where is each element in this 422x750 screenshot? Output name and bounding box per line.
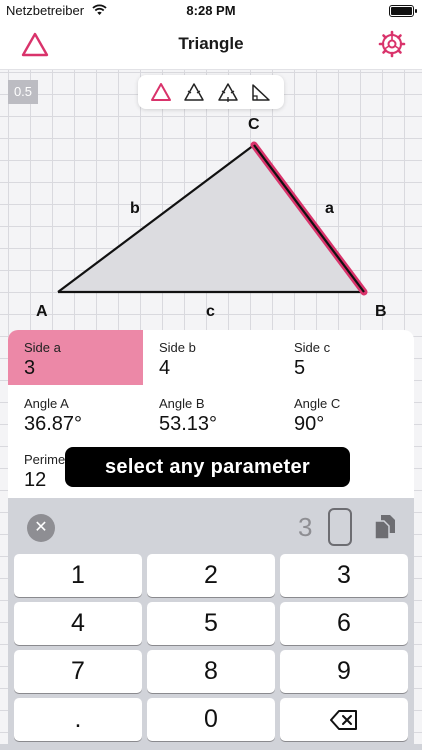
- side-c-label: c: [206, 303, 215, 320]
- param-value: 4: [159, 357, 171, 379]
- param-value: 36.87°: [24, 413, 83, 435]
- key-7[interactable]: 7: [14, 650, 142, 693]
- param-label: Side c: [294, 340, 331, 355]
- battery-icon: [389, 5, 417, 17]
- side-b-label: b: [130, 200, 140, 217]
- key-6[interactable]: 6: [280, 602, 408, 645]
- param-label: Angle B: [159, 396, 205, 411]
- input-value: 3: [298, 512, 313, 542]
- gear-icon[interactable]: [378, 30, 406, 58]
- copy-icon[interactable]: [372, 513, 398, 541]
- key-4[interactable]: 4: [14, 602, 142, 645]
- param-value: 3: [24, 357, 36, 379]
- param-side-a[interactable]: Side a 3: [8, 330, 143, 385]
- nav-bar: Triangle: [0, 22, 422, 70]
- triangle-equilateral-icon[interactable]: [217, 81, 239, 103]
- side-a-label: a: [325, 200, 334, 217]
- key-2[interactable]: 2: [147, 554, 275, 597]
- param-value: 53.13°: [159, 413, 218, 435]
- vertex-a-label: A: [36, 303, 48, 320]
- key-0[interactable]: 0: [147, 698, 275, 741]
- hint-tooltip: select any parameter: [65, 447, 350, 487]
- home-indicator-area: [0, 744, 422, 750]
- param-side-c[interactable]: Side c 5: [278, 330, 413, 385]
- param-angle-c[interactable]: Angle C 90°: [278, 386, 413, 441]
- param-label: Angle C: [294, 396, 341, 411]
- vertex-b-label: B: [375, 303, 387, 320]
- triangle-right-icon[interactable]: [250, 81, 272, 103]
- status-bar: Netzbetreiber 8:28 PM: [0, 0, 422, 22]
- param-value: 90°: [294, 413, 325, 435]
- param-angle-a[interactable]: Angle A 36.87°: [8, 386, 143, 441]
- key-3[interactable]: 3: [280, 554, 408, 597]
- status-time: 8:28 PM: [186, 3, 236, 18]
- scale-badge: 0.5: [8, 80, 38, 104]
- key-8[interactable]: 8: [147, 650, 275, 693]
- param-value: 5: [294, 357, 306, 379]
- param-label: Side a: [24, 340, 61, 355]
- param-side-b[interactable]: Side b 4: [143, 330, 278, 385]
- backspace-key[interactable]: [280, 698, 408, 741]
- triangle-general-icon[interactable]: [150, 81, 172, 103]
- key-1[interactable]: 1: [14, 554, 142, 597]
- param-label: Side b: [159, 340, 196, 355]
- vertex-c-label: C: [248, 116, 260, 133]
- triangle-isosceles-icon[interactable]: [183, 81, 205, 103]
- key-9[interactable]: 9: [280, 650, 408, 693]
- triangle-type-switcher: [138, 75, 284, 109]
- page-title: Triangle: [178, 34, 244, 53]
- input-cursor-box[interactable]: [328, 508, 352, 546]
- triangle-drawing[interactable]: [0, 110, 422, 330]
- key-5[interactable]: 5: [147, 602, 275, 645]
- param-angle-b[interactable]: Angle B 53.13°: [143, 386, 278, 441]
- key-decimal[interactable]: .: [14, 698, 142, 741]
- backspace-icon: [330, 710, 357, 730]
- numeric-keypad: ✕ 3 1 2 3 4 5 6 7 8 9 . 0: [8, 498, 414, 744]
- param-label: Angle A: [24, 396, 69, 411]
- keypad-input-row: ✕ 3: [8, 498, 414, 553]
- clear-button[interactable]: ✕: [27, 514, 55, 542]
